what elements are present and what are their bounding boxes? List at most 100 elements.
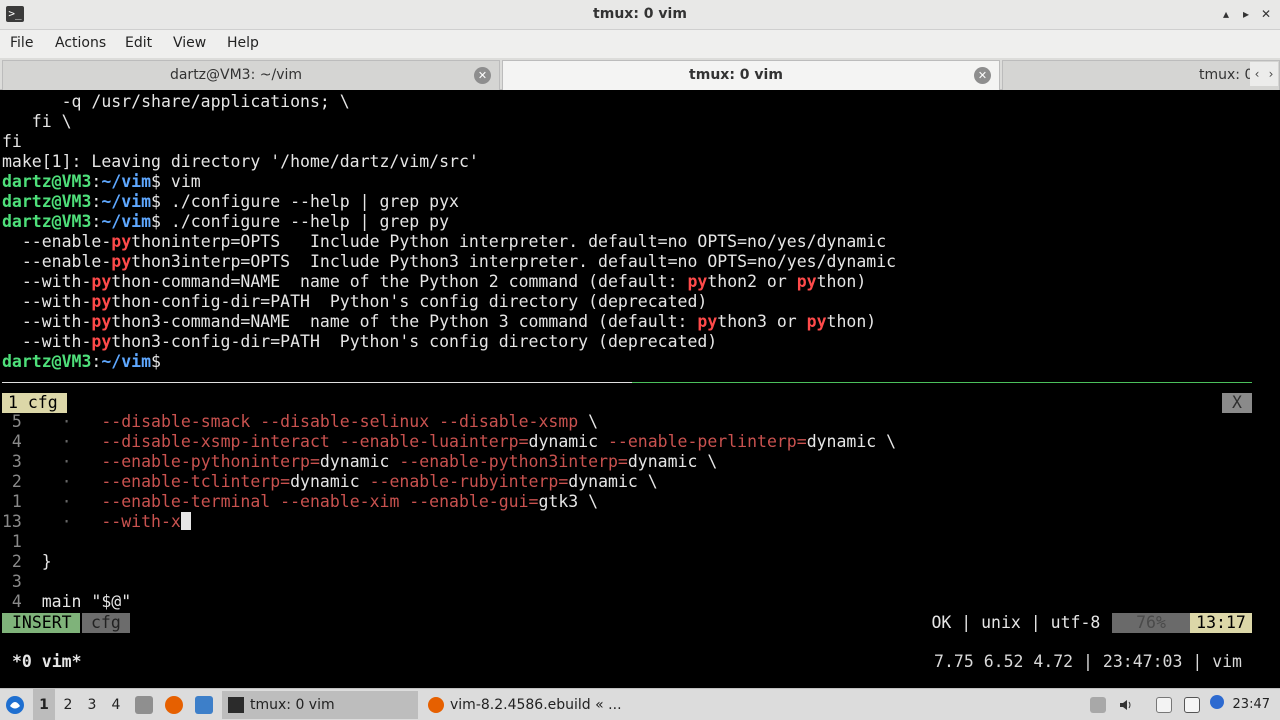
- tab-close-icon[interactable]: ✕: [474, 67, 491, 84]
- code-text: \: [578, 412, 599, 431]
- menu-edit[interactable]: Edit: [125, 35, 152, 51]
- tab-label: tmux: 0: [1199, 67, 1254, 83]
- tab-close-icon[interactable]: ✕: [974, 67, 991, 84]
- code-text: main "$@": [41, 592, 132, 611]
- text-cursor: [180, 512, 191, 530]
- output-text: --enable-: [2, 232, 112, 251]
- vim-buffer-line: 5 · --disable-smack --disable-selinux --…: [2, 412, 598, 432]
- configure-option: --disable-xsmp-interact --enable-luainte…: [101, 432, 529, 451]
- taskbar-clock[interactable]: 23:47: [1233, 689, 1270, 720]
- vim-buffer-line: 3 · --enable-pythoninterp=dynamic --enab…: [2, 452, 717, 472]
- vim-buffer-line: 3: [2, 572, 42, 592]
- output-text: thon-command=NAME name of the Python 2 c…: [111, 272, 688, 291]
- code-text: }: [41, 552, 52, 571]
- menu-actions[interactable]: Actions: [55, 35, 106, 51]
- output-text: thon2 or: [707, 272, 797, 291]
- scroll-left-icon[interactable]: ‹: [1255, 67, 1260, 81]
- match-highlight: py: [111, 232, 132, 251]
- prompt-user: dartz@VM3: [2, 192, 92, 211]
- code-text: dynamic: [319, 452, 400, 471]
- menu-bar: File Actions Edit View Help: [0, 30, 1280, 58]
- tab-label: dartz@VM3: ~/vim: [169, 67, 303, 83]
- vim-tab-cfg[interactable]: 1 cfg: [2, 393, 67, 413]
- output-text: --with-: [2, 332, 92, 351]
- output-text: thon-config-dir=PATH Python's config dir…: [111, 292, 708, 311]
- menu-file[interactable]: File: [10, 35, 33, 51]
- file-manager-icon[interactable]: [135, 696, 153, 714]
- output-text: thon): [826, 312, 877, 331]
- match-highlight: py: [806, 312, 827, 331]
- workspace-4[interactable]: 4: [105, 689, 127, 720]
- window-title: tmux: 0 vim: [593, 6, 687, 22]
- line-number: 1: [2, 532, 22, 551]
- grep-output-line: --with-python-config-dir=PATH Python's c…: [2, 292, 707, 312]
- app-menu-icon: [6, 696, 24, 714]
- vim-cursor-position: 13:17: [1190, 613, 1252, 633]
- update-notifier-icon[interactable]: [1210, 695, 1224, 709]
- output-text: thon): [816, 272, 867, 291]
- vim-buffer-line: 2 }: [2, 552, 52, 572]
- vim-mode-indicator: INSERT: [2, 613, 80, 633]
- terminal-tab-bar: dartz@VM3: ~/vim ✕ tmux: 0 vim ✕ tmux: 0…: [0, 58, 1280, 90]
- volume-icon[interactable]: [1118, 697, 1134, 713]
- firefox-icon[interactable]: [165, 696, 183, 714]
- command-text: ./configure --help | grep py: [170, 212, 450, 231]
- workspace-3[interactable]: 3: [81, 689, 103, 720]
- tab-dartz-vim[interactable]: dartz@VM3: ~/vim ✕: [2, 60, 500, 90]
- command-text: ./configure --help | grep pyx: [170, 192, 459, 211]
- tab-tmux-0[interactable]: tmux: 0: [1002, 60, 1280, 90]
- minimize-button[interactable]: ▴: [1218, 6, 1234, 22]
- output-text: --with-: [2, 292, 92, 311]
- vim-buffer-line: 13 · --with-x: [2, 512, 191, 532]
- vim-buffer-line: 1: [2, 532, 42, 552]
- shell-prompt-line: dartz@VM3:~/vim$ ./configure --help | gr…: [2, 212, 450, 231]
- menu-help[interactable]: Help: [227, 35, 259, 51]
- configure-option: --enable-pythoninterp=: [101, 452, 320, 471]
- task-tmux-vim[interactable]: tmux: 0 vim: [222, 691, 418, 719]
- terminal-icon: [228, 697, 244, 713]
- grep-output-line: --enable-python3interp=OPTS Include Pyth…: [2, 252, 896, 272]
- network-icon[interactable]: [1184, 697, 1200, 713]
- shell-prompt-line: dartz@VM3:~/vim$: [2, 352, 161, 371]
- output-text: --with-: [2, 272, 92, 291]
- tmux-window-list[interactable]: *0 vim*: [12, 651, 82, 673]
- tab-tmux-vim[interactable]: tmux: 0 vim ✕: [502, 60, 1000, 90]
- scroll-right-icon[interactable]: ›: [1269, 67, 1274, 81]
- output-text: thon3-config-dir=PATH Python's config di…: [111, 332, 718, 351]
- vim-tab-close-button[interactable]: X: [1222, 393, 1252, 413]
- code-text: dynamic \: [568, 472, 658, 491]
- prompt-path: ~/vim: [101, 192, 152, 211]
- match-highlight: py: [91, 312, 112, 331]
- window-titlebar: >_ tmux: 0 vim ▴ ▸ ✕: [0, 0, 1280, 30]
- output-text: thon3 or: [717, 312, 807, 331]
- prompt-symbol: $: [151, 212, 161, 231]
- prompt-symbol: $: [151, 352, 161, 371]
- vim-filetype: cfg: [82, 613, 130, 633]
- match-highlight: py: [91, 292, 112, 311]
- start-menu-button[interactable]: [4, 689, 30, 720]
- task-firefox[interactable]: vim-8.2.4586.ebuild « ...: [422, 691, 642, 719]
- match-highlight: py: [687, 272, 708, 291]
- configure-option: --enable-rubyinterp=: [369, 472, 569, 491]
- prompt-path: ~/vim: [101, 212, 152, 231]
- tray-eject-icon[interactable]: [1090, 697, 1106, 713]
- menu-view[interactable]: View: [173, 35, 206, 51]
- terminal-area[interactable]: -q /usr/share/applications; \ fi \ fi ma…: [0, 91, 1280, 687]
- show-desktop-icon[interactable]: [195, 696, 213, 714]
- match-highlight: py: [697, 312, 718, 331]
- vim-buffer-line: 1 · --enable-terminal --enable-xim --ena…: [2, 492, 598, 512]
- configure-option: --enable-terminal --enable-xim --enable-…: [101, 492, 539, 511]
- line-number: 13: [2, 512, 22, 531]
- line-number: 3: [2, 572, 22, 591]
- match-highlight: py: [91, 332, 112, 351]
- line-number: 2: [2, 472, 22, 491]
- workspace-1[interactable]: 1: [33, 689, 55, 720]
- line-number: 5: [2, 412, 22, 431]
- maximize-button[interactable]: ▸: [1238, 6, 1254, 22]
- grep-output-line: --with-python3-command=NAME name of the …: [2, 312, 876, 332]
- workspace-2[interactable]: 2: [57, 689, 79, 720]
- active-pane-indicator: [632, 382, 1252, 383]
- match-highlight: py: [111, 252, 132, 271]
- close-window-button[interactable]: ✕: [1258, 6, 1274, 22]
- clipboard-icon[interactable]: [1156, 697, 1172, 713]
